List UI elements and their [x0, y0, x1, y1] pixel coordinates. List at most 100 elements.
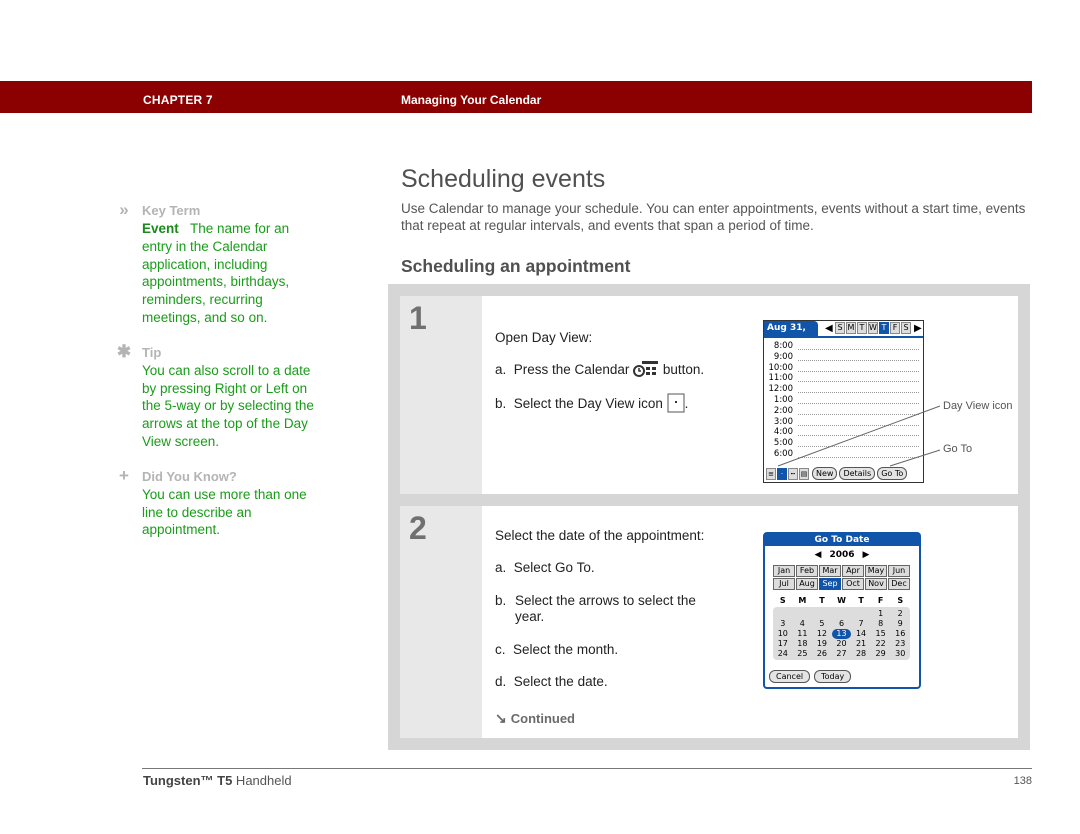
date-cell[interactable]: 20 — [832, 639, 852, 649]
date-cell[interactable]: 23 — [890, 639, 910, 649]
date-cell[interactable]: 27 — [832, 649, 852, 659]
weekday-label: W — [837, 596, 846, 605]
year-selector: ◀ 2006 ▶ — [765, 550, 919, 560]
time-slot[interactable]: 2:00 — [764, 406, 923, 417]
date-cell[interactable]: 24 — [773, 649, 793, 659]
time-slot[interactable]: 12:00 — [764, 384, 923, 395]
weekday-button[interactable]: S — [901, 322, 911, 334]
date-cell[interactable]: 12 — [812, 629, 832, 639]
date-cell[interactable]: 8 — [871, 619, 891, 629]
date-cell[interactable]: 18 — [793, 639, 813, 649]
prev-week-arrow-icon[interactable]: ◀ — [825, 322, 833, 335]
date-cell[interactable]: 3 — [773, 619, 793, 629]
footer-divider — [142, 768, 1032, 769]
date-cell[interactable]: 2 — [890, 609, 910, 619]
date-cell[interactable]: 10 — [773, 629, 793, 639]
weekday-button[interactable]: F — [890, 322, 900, 334]
day-view-date: Aug 31, 06 — [764, 321, 818, 348]
tip-block: ✱ Tip You can also scroll to a date by p… — [114, 342, 314, 451]
date-cell[interactable]: 28 — [851, 649, 871, 659]
date-cell[interactable]: 25 — [793, 649, 813, 659]
month-button[interactable]: Jan — [773, 565, 795, 577]
month-view-icon[interactable]: ▤ — [799, 467, 809, 480]
time-slot[interactable]: 6:00 — [764, 449, 923, 460]
empty-cell — [812, 609, 832, 619]
date-cell[interactable]: 13 — [831, 629, 852, 639]
month-button[interactable]: Oct — [842, 578, 864, 590]
month-button[interactable]: Dec — [888, 578, 910, 590]
week-view-icon[interactable]: ┅ — [788, 467, 798, 480]
weekday-button[interactable]: T — [857, 322, 867, 334]
chapter-title: Managing Your Calendar — [401, 93, 542, 107]
time-label: 9:00 — [773, 351, 793, 362]
step-number-column: 1 — [400, 296, 482, 494]
time-slots: 8:00 9:00 10:00 11:00 12:00 1:00 2:00 3:00 4:00 5… — [764, 341, 923, 460]
arrow-down-right-icon: ↘ — [495, 710, 507, 726]
month-button[interactable]: May — [865, 565, 887, 577]
today-button[interactable]: Today — [814, 670, 852, 683]
details-button[interactable]: Details — [839, 467, 876, 480]
date-cell[interactable]: 4 — [793, 619, 813, 629]
month-button[interactable]: Jul — [773, 578, 795, 590]
time-slot[interactable]: 8:00 — [764, 341, 923, 352]
continued-link[interactable]: ↘ Continued — [495, 710, 575, 727]
date-cell[interactable]: 29 — [871, 649, 891, 659]
day-view-icon-callout: Day View icon — [943, 400, 1013, 412]
time-slot[interactable]: 11:00 — [764, 373, 923, 384]
go-to-button[interactable]: Go To — [877, 467, 908, 480]
new-button[interactable]: New — [812, 467, 838, 480]
month-button[interactable]: Apr — [842, 565, 864, 577]
date-cell[interactable]: 1 — [871, 609, 891, 619]
date-cell[interactable]: 9 — [890, 619, 910, 629]
did-you-know-heading: Did You Know? — [142, 468, 237, 484]
date-cell[interactable]: 26 — [812, 649, 832, 659]
time-slot[interactable]: 3:00 — [764, 417, 923, 428]
time-slot[interactable]: 9:00 — [764, 352, 923, 363]
date-cell[interactable]: 7 — [851, 619, 871, 629]
cancel-button[interactable]: Cancel — [769, 670, 811, 683]
prev-year-arrow-icon[interactable]: ◀ — [815, 550, 822, 560]
month-button[interactable]: Feb — [796, 565, 818, 577]
time-slot[interactable]: 10:00 — [764, 363, 923, 374]
key-term-block: » Key Term Event The name for an entry i… — [114, 200, 314, 327]
weekday-button[interactable]: S — [835, 322, 845, 334]
time-slot[interactable]: 4:00 — [764, 427, 923, 438]
date-cell[interactable]: 5 — [812, 619, 832, 629]
next-year-arrow-icon[interactable]: ▶ — [863, 550, 870, 560]
date-cell[interactable]: 16 — [890, 629, 910, 639]
weekday-button[interactable]: T — [879, 322, 889, 334]
month-button[interactable]: Sep — [819, 578, 841, 590]
month-button[interactable]: Aug — [796, 578, 818, 590]
time-slot[interactable]: 5:00 — [764, 438, 923, 449]
key-term-word: Event — [142, 221, 179, 236]
date-cell[interactable]: 22 — [871, 639, 891, 649]
weekday-label: T — [858, 596, 864, 605]
date-cell[interactable]: 17 — [773, 639, 793, 649]
step-item: a. Press the Calendar button. — [495, 360, 704, 381]
next-week-arrow-icon[interactable]: ▶ — [914, 322, 922, 335]
weekday-button[interactable]: M — [846, 322, 856, 334]
date-cell[interactable]: 21 — [851, 639, 871, 649]
date-cell[interactable]: 14 — [851, 629, 871, 639]
weekday-label: T — [819, 596, 825, 605]
date-cell[interactable]: 6 — [832, 619, 852, 629]
agenda-view-icon[interactable]: ≡ — [766, 467, 776, 480]
double-chevron-right-icon: » — [119, 200, 129, 219]
time-slot[interactable]: 1:00 — [764, 395, 923, 406]
month-button[interactable]: Nov — [865, 578, 887, 590]
time-slot-line — [798, 392, 919, 394]
date-cell[interactable]: 11 — [793, 629, 813, 639]
item-text: Press the Calendar — [513, 362, 630, 378]
time-slot-line — [798, 456, 919, 458]
month-button[interactable]: Mar — [819, 565, 841, 577]
weekday-button[interactable]: W — [868, 322, 878, 334]
month-button[interactable]: Jun — [888, 565, 910, 577]
calendar-button-icon — [633, 360, 659, 381]
time-label: 11:00 — [768, 373, 794, 384]
sidebar: » Key Term Event The name for an entry i… — [114, 200, 314, 557]
weekday-header: SMTWTFS — [773, 596, 910, 605]
date-cell[interactable]: 19 — [812, 639, 832, 649]
day-view-toggle-icon[interactable]: · — [777, 467, 787, 480]
date-cell[interactable]: 15 — [871, 629, 891, 639]
date-cell[interactable]: 30 — [890, 649, 910, 659]
